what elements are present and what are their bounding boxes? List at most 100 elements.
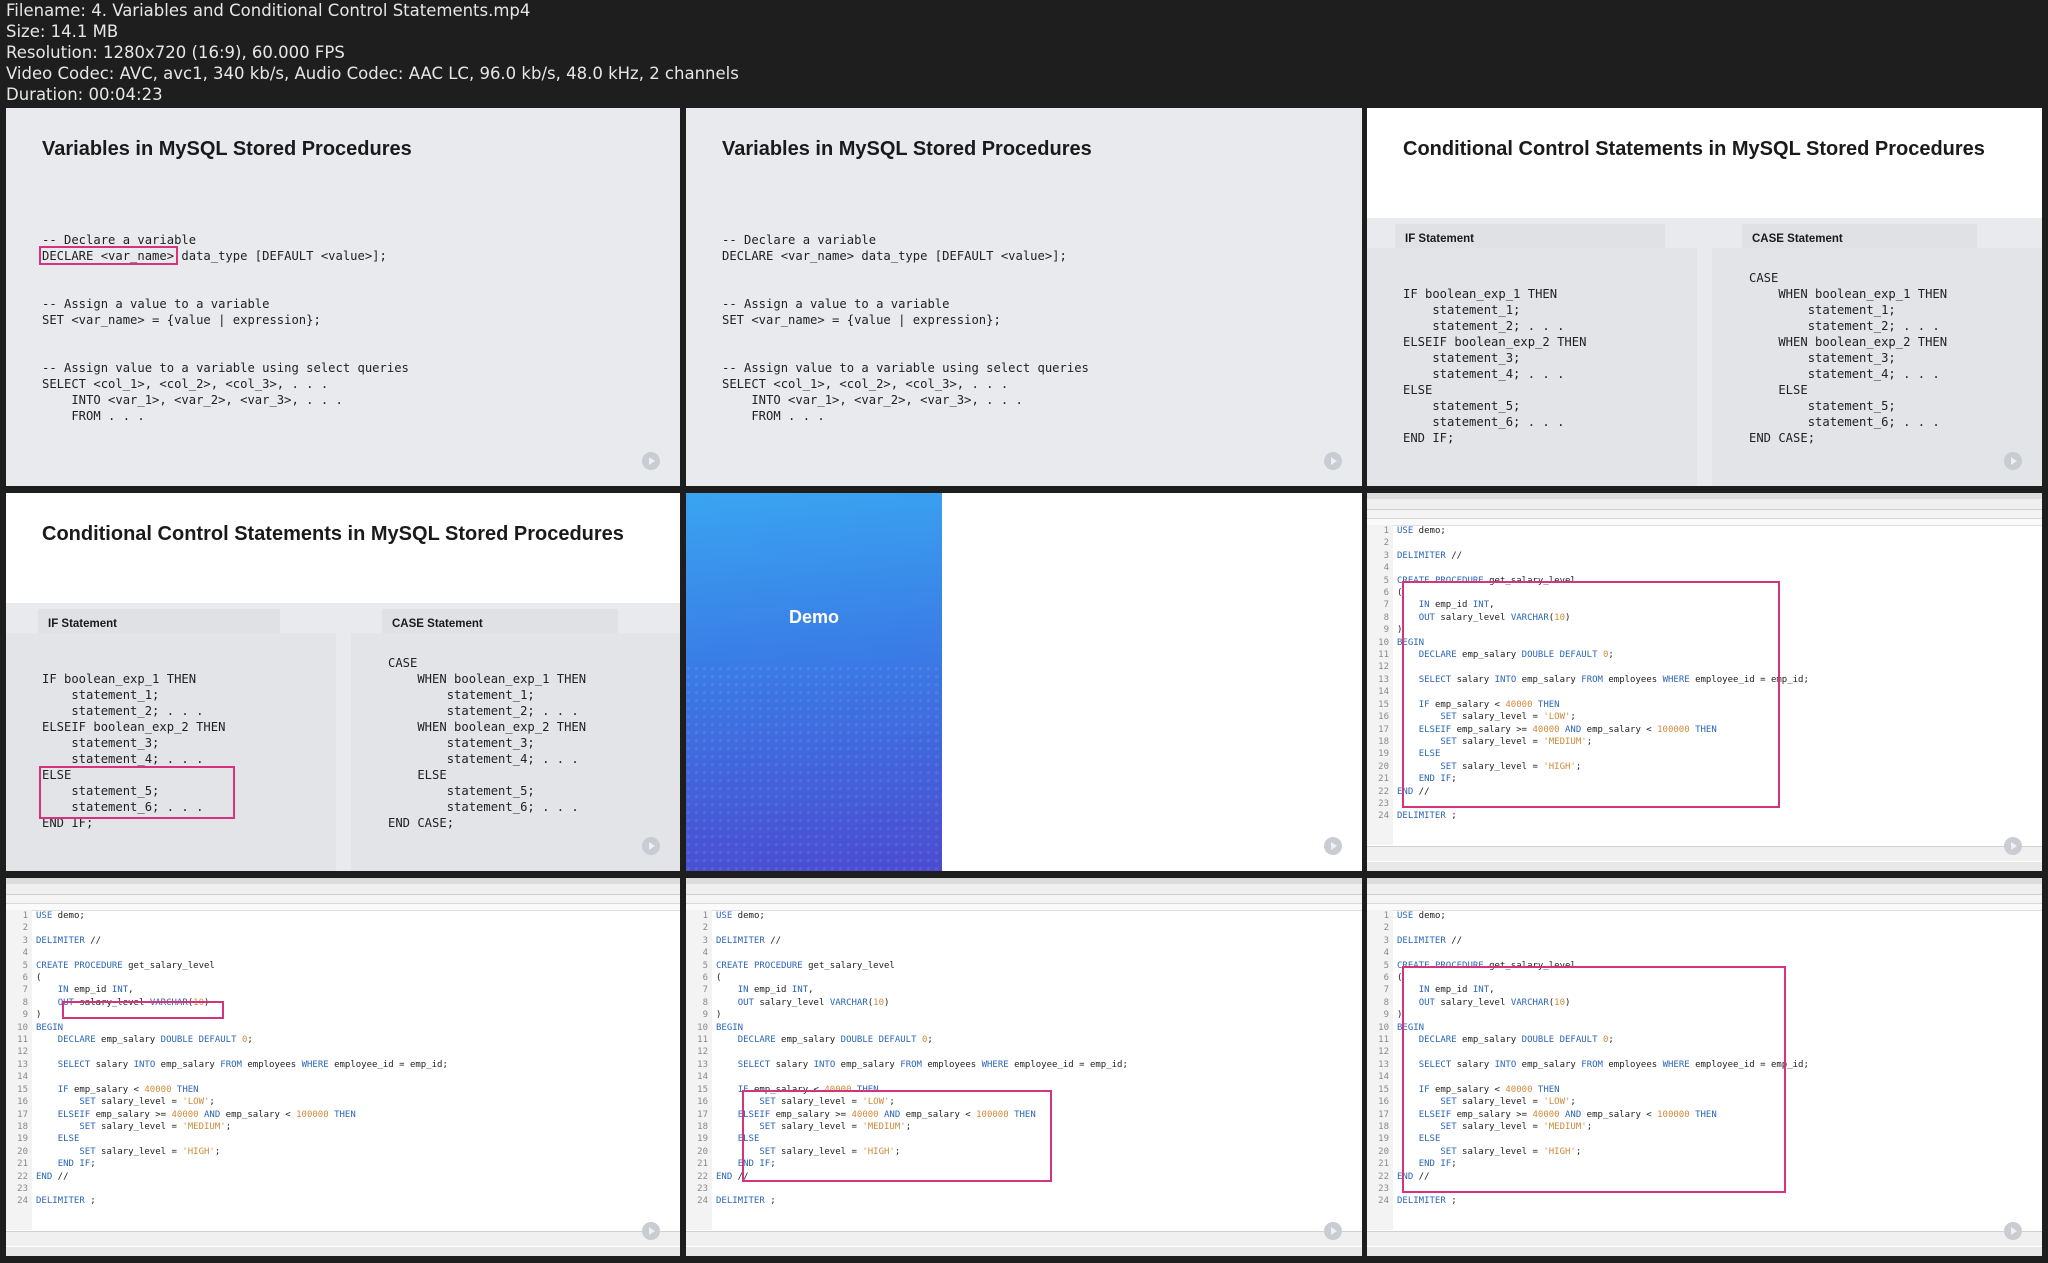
line-number: 6: [702, 973, 708, 984]
case-code: CASE WHEN boolean_exp_1 THEN statement_1…: [1749, 271, 1948, 445]
code-line: 3 DELIMITER //: [6, 935, 448, 947]
main-toolbar: [6, 884, 680, 895]
line-number: 16: [1378, 1097, 1389, 1108]
code-line: 8 OUT salary_level VARCHAR(10): [686, 997, 1128, 1009]
line-number: 13: [1378, 674, 1389, 685]
thumbnail-1-variables-slide: Variables in MySQL Stored Procedures -- …: [6, 108, 680, 486]
slide-title: Variables in MySQL Stored Procedures: [42, 138, 412, 160]
line-number: 9: [1383, 625, 1389, 636]
line-number: 19: [1378, 749, 1389, 760]
code-line: 6(: [6, 972, 448, 984]
line-number: 2: [1383, 538, 1389, 549]
thumbnail-7-ide: 1 USE demo; 2 3 DELIMITER // 4 5 CREATE PROCEDU…: [6, 878, 680, 1256]
code-line: 14: [686, 1071, 1128, 1083]
line-number: 15: [1378, 1084, 1389, 1095]
line-text: END //: [36, 1171, 69, 1182]
line-text: SET salary_level = 'LOW';: [79, 1097, 215, 1108]
status-bar: [686, 1231, 1362, 1246]
title-band: [6, 493, 680, 603]
line-number: 1: [1383, 526, 1389, 536]
line-number: 20: [17, 1146, 28, 1157]
output-bar: [6, 1247, 680, 1256]
code-line: 16 SET salary_level = 'LOW';: [6, 1096, 448, 1108]
line-number: 8: [702, 997, 708, 1008]
code-line: 12: [6, 1046, 448, 1058]
code-line: 4: [686, 947, 1128, 959]
line-number: 6: [1383, 588, 1389, 599]
line-number: 10: [1378, 1022, 1389, 1033]
code-line: 5 CREATE PROCEDURE get_salary_level: [686, 960, 1128, 972]
play-watermark-icon: [2004, 1222, 2022, 1240]
procedure-highlight-box: [1402, 966, 1786, 1193]
line-number: 21: [17, 1159, 28, 1170]
code-line: 17 ELSEIF emp_salary >= 40000 AND emp_sa…: [6, 1109, 448, 1121]
thumbnail-6-ide: 1 USE demo; 2 3 DELIMITER //4 5 CREATE PROCEDU…: [1367, 493, 2042, 871]
line-number: 18: [17, 1121, 28, 1132]
code-line: 10 BEGIN: [6, 1022, 448, 1034]
line-number: 14: [1378, 1072, 1389, 1083]
line-number: 8: [1383, 612, 1389, 623]
code-line: 15 IF emp_salary < 40000 THEN: [6, 1084, 448, 1096]
code-line: 11 DECLARE emp_salary DOUBLE DEFAULT 0;: [6, 1034, 448, 1046]
sql-editor[interactable]: 1 USE demo; 2 3 DELIMITER // 4 5 CREATE PROCEDU…: [6, 910, 448, 1208]
line-number: 5: [702, 960, 708, 971]
line-number: 10: [1378, 637, 1389, 648]
line-text: ): [36, 1010, 42, 1021]
case-code: CASE WHEN boolean_exp_1 THEN statement_1…: [388, 656, 587, 830]
line-number: 16: [1378, 712, 1389, 723]
line-number: 10: [17, 1022, 28, 1033]
line-number: 24: [1378, 1196, 1389, 1207]
output-bar: [1367, 1247, 2042, 1256]
line-text: (: [716, 973, 722, 984]
line-number: 15: [1378, 699, 1389, 710]
output-bar: [686, 1247, 1362, 1256]
code-line: 3 DELIMITER //: [1367, 550, 1809, 562]
line-number: 20: [1378, 1146, 1389, 1157]
line-number: 18: [1378, 1121, 1389, 1132]
duration-text: Duration: 00:04:23: [6, 85, 163, 104]
line-number: 21: [1378, 1159, 1389, 1170]
line-number: 3: [22, 935, 28, 946]
line-number: 17: [1378, 1109, 1389, 1120]
code-line: 14: [6, 1071, 448, 1083]
line-number: 9: [22, 1010, 28, 1021]
code-line: 24 DELIMITER ;: [1367, 810, 1809, 822]
code-line: 7 IN emp_id INT,: [6, 984, 448, 996]
line-text: SET salary_level = 'HIGH';: [79, 1146, 221, 1157]
line-text: USE demo;: [716, 911, 765, 921]
line-text: IN emp_id INT,: [737, 985, 814, 996]
line-number: 11: [1378, 1035, 1389, 1046]
line-text: USE demo;: [1397, 911, 1446, 921]
line-number: 23: [1378, 798, 1389, 809]
line-number: 16: [17, 1097, 28, 1108]
line-number: 7: [22, 985, 28, 996]
slide-title: Conditional Control Statements in MySQL …: [42, 523, 624, 545]
status-bar: [1367, 1231, 2042, 1246]
line-number: 9: [702, 1010, 708, 1021]
line-number: 2: [22, 923, 28, 934]
status-bar: [6, 1231, 680, 1246]
code-line: 19 ELSE: [6, 1133, 448, 1145]
thumbnail-3-conditional-slide: Conditional Control Statements in MySQL …: [1367, 108, 2042, 486]
filename-text: Filename: 4. Variables and Conditional C…: [6, 1, 531, 20]
line-number: 20: [1378, 761, 1389, 772]
size-text: Size: 14.1 MB: [6, 22, 119, 41]
line-number: 5: [22, 960, 28, 971]
line-number: 3: [1383, 935, 1389, 946]
else-highlight-box: [39, 766, 235, 819]
code-line: 2: [1367, 537, 1809, 549]
line-number: 6: [22, 973, 28, 984]
thumbnail-5-demo-slide: Demo: [686, 493, 1362, 871]
code-line: 18 SET salary_level = 'MEDIUM';: [6, 1121, 448, 1133]
slide-code: -- Declare a variable DECLARE <var_name>…: [722, 233, 1089, 423]
line-number: 24: [1378, 811, 1389, 822]
line-text: BEGIN: [716, 1022, 744, 1033]
play-watermark-icon: [2004, 452, 2022, 470]
demo-gradient-panel: [686, 493, 942, 871]
code-line: 7 IN emp_id INT,: [686, 984, 1128, 996]
line-number: 16: [697, 1097, 708, 1108]
line-number: 15: [17, 1084, 28, 1095]
code-line: 24 DELIMITER ;: [6, 1195, 448, 1207]
main-toolbar: [686, 884, 1362, 895]
line-number: 4: [22, 948, 28, 959]
